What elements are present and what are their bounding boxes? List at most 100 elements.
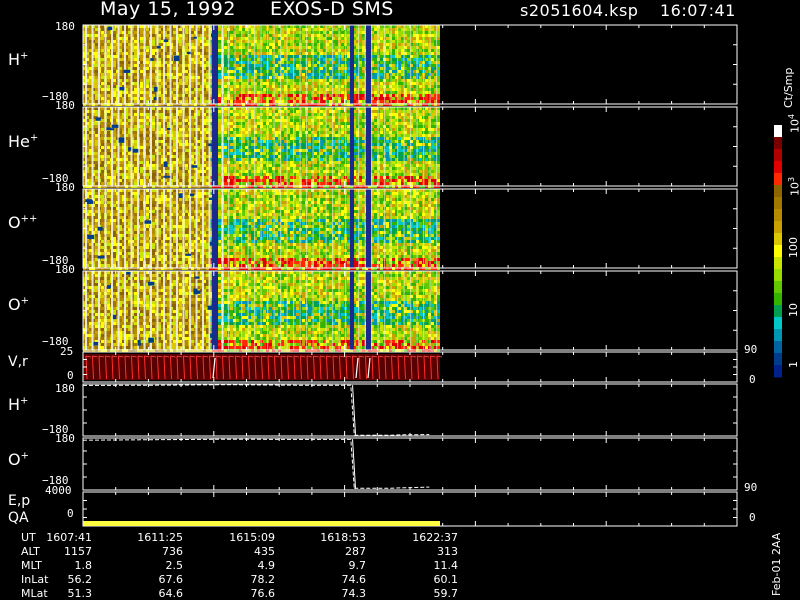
spectrogram-cell bbox=[281, 31, 284, 34]
spectrogram-cell bbox=[224, 137, 227, 140]
spectrogram-cell bbox=[230, 116, 233, 119]
spectrogram-cell bbox=[242, 167, 245, 170]
spectrogram-cell bbox=[101, 64, 104, 67]
spectrogram-cell bbox=[224, 179, 227, 182]
spectrogram-cell bbox=[134, 113, 137, 116]
spectrogram-cell bbox=[308, 82, 311, 85]
spectrogram-cell bbox=[314, 100, 317, 103]
spectrogram-cell bbox=[257, 61, 260, 64]
spectrogram-cell bbox=[374, 49, 377, 52]
spectrogram-cell bbox=[251, 119, 254, 122]
spectrogram-cell bbox=[113, 40, 116, 43]
spectrogram-cell bbox=[140, 137, 143, 140]
spectrogram-cell bbox=[263, 125, 266, 128]
spectrogram-cell bbox=[341, 97, 344, 100]
spectrogram-cell bbox=[191, 143, 194, 146]
spectrogram-cell bbox=[386, 34, 389, 37]
spectrogram-cell bbox=[407, 67, 410, 70]
spectrogram-cell bbox=[329, 76, 332, 79]
spectrogram-cell bbox=[173, 70, 176, 73]
spectrogram-stripe bbox=[423, 25, 425, 104]
spectrogram-blob bbox=[153, 97, 157, 101]
spectrogram-cell bbox=[269, 122, 272, 125]
spectrogram-cell bbox=[242, 34, 245, 37]
spectrogram-cell bbox=[263, 113, 266, 116]
spectrogram-stripe bbox=[156, 25, 159, 104]
spectrogram-cell bbox=[251, 170, 254, 173]
spectrogram-cell bbox=[113, 49, 116, 52]
spectrogram-cell bbox=[191, 58, 194, 61]
spectrogram-cell bbox=[140, 134, 143, 137]
spectrogram-cell bbox=[218, 158, 221, 161]
spectrogram-cell bbox=[230, 28, 233, 31]
spectrogram-cell bbox=[185, 128, 188, 131]
spectrogram-cell bbox=[152, 61, 155, 64]
spectrogram-cell bbox=[191, 28, 194, 31]
spectrogram-cell bbox=[257, 149, 260, 152]
spectrogram-cell bbox=[242, 31, 245, 34]
spectrogram-cell bbox=[218, 110, 221, 113]
spectrogram-cell bbox=[218, 113, 221, 116]
spectrogram-cell bbox=[251, 131, 254, 134]
spectrogram-stripe bbox=[117, 25, 120, 104]
spectrogram-cell bbox=[236, 134, 239, 137]
spectrogram-cell bbox=[218, 116, 221, 119]
spectrogram-cell bbox=[425, 28, 428, 31]
spectrogram-stripe bbox=[130, 25, 133, 104]
spectrogram-cell bbox=[224, 161, 227, 164]
spectrogram-cell bbox=[140, 67, 143, 70]
spectrogram-cell bbox=[107, 134, 110, 137]
spectrogram-cell bbox=[152, 167, 155, 170]
spectrogram-cell bbox=[380, 82, 383, 85]
spectrogram-cell bbox=[152, 176, 155, 179]
spectrogram-cell bbox=[224, 152, 227, 155]
spectrogram-cell bbox=[320, 43, 323, 46]
spectrogram-cell bbox=[152, 164, 155, 167]
spectrogram-cell bbox=[146, 131, 149, 134]
spectrogram-cell bbox=[173, 91, 176, 94]
spectrogram-cell bbox=[329, 28, 332, 31]
spectrogram-cell bbox=[329, 34, 332, 37]
spectrogram-cell bbox=[140, 97, 143, 100]
spectrogram-cell bbox=[236, 164, 239, 167]
spectrogram-cell bbox=[95, 67, 98, 70]
spectrogram-cell bbox=[320, 67, 323, 70]
spectrogram-cell bbox=[251, 128, 254, 131]
spectrogram-cell bbox=[263, 155, 266, 158]
spectrogram-cell bbox=[146, 61, 149, 64]
spectrogram-cell bbox=[191, 97, 194, 100]
spectrogram-cell bbox=[341, 70, 344, 73]
spectrogram-cell bbox=[359, 49, 362, 52]
spectrogram-cell bbox=[257, 70, 260, 73]
spectrogram-cell bbox=[191, 140, 194, 143]
spectrogram-cell bbox=[146, 70, 149, 73]
spectrogram-cell bbox=[257, 122, 260, 125]
spectrogram-cell bbox=[107, 137, 110, 140]
spectrogram-cell bbox=[179, 40, 182, 43]
spectrogram-cell bbox=[191, 73, 194, 76]
spectrogram-cell bbox=[308, 79, 311, 82]
spectrogram-cell bbox=[236, 52, 239, 55]
spectrogram-cell bbox=[134, 52, 137, 55]
spectrogram-cell bbox=[269, 179, 272, 182]
spectrogram-cell bbox=[95, 134, 98, 137]
spectrogram-cell bbox=[113, 179, 116, 182]
spectrogram-cell bbox=[179, 146, 182, 149]
spectrogram-cell bbox=[437, 94, 440, 97]
spectrogram-cell bbox=[173, 28, 176, 31]
spectrogram-cell bbox=[314, 64, 317, 67]
spectrogram-cell bbox=[179, 113, 182, 116]
spectrogram-cell bbox=[263, 61, 266, 64]
spectrogram-cell bbox=[101, 152, 104, 155]
spectrogram-stripe bbox=[312, 25, 314, 104]
spectrogram-cell bbox=[152, 46, 155, 49]
spectrogram-cell bbox=[320, 79, 323, 82]
spectrogram-cell bbox=[320, 100, 323, 103]
spectrogram-cell bbox=[140, 46, 143, 49]
spectrogram-cell bbox=[236, 82, 239, 85]
spectrogram-cell bbox=[320, 76, 323, 79]
spectrogram-cell bbox=[359, 94, 362, 97]
spectrogram-cell bbox=[146, 179, 149, 182]
spectrogram-cell bbox=[185, 70, 188, 73]
spectrogram-cell bbox=[191, 137, 194, 140]
